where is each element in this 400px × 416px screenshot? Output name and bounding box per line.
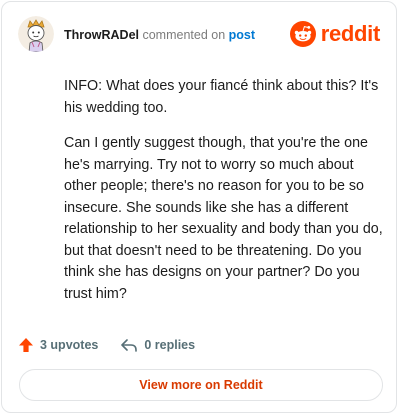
reply-button[interactable]: 0 replies [120, 337, 195, 353]
view-more-button[interactable]: View more on Reddit [19, 369, 383, 401]
reddit-logo-icon [289, 21, 316, 47]
reply-icon [121, 339, 138, 352]
avatar[interactable] [18, 16, 54, 52]
comment-header: ThrowRADel commented on post reddit [18, 16, 380, 56]
comment-footer: 3 upvotes 0 replies [18, 335, 195, 355]
comment-body: INFO: What does your fiancé think about … [64, 76, 386, 319]
post-link[interactable]: post [229, 28, 255, 42]
reddit-brand[interactable]: reddit [289, 20, 381, 48]
upvote-arrow-icon [19, 338, 33, 352]
comment-card: ThrowRADel commented on post reddit INFO… [1, 1, 397, 413]
reddit-wordmark: reddit [320, 21, 381, 46]
comment-paragraph: INFO: What does your fiancé think about … [64, 78, 379, 116]
action-text: commented on [142, 28, 226, 42]
username-link[interactable]: ThrowRADel [64, 28, 139, 42]
upvote-button[interactable]: 3 upvotes [18, 337, 98, 353]
avatar-icon [18, 16, 54, 52]
reply-count: 0 replies [144, 338, 196, 352]
comment-paragraph: Can I gently suggest though, that you're… [64, 135, 383, 302]
upvote-count: 3 upvotes [40, 338, 99, 352]
comment-meta: ThrowRADel commented on post [64, 27, 255, 43]
